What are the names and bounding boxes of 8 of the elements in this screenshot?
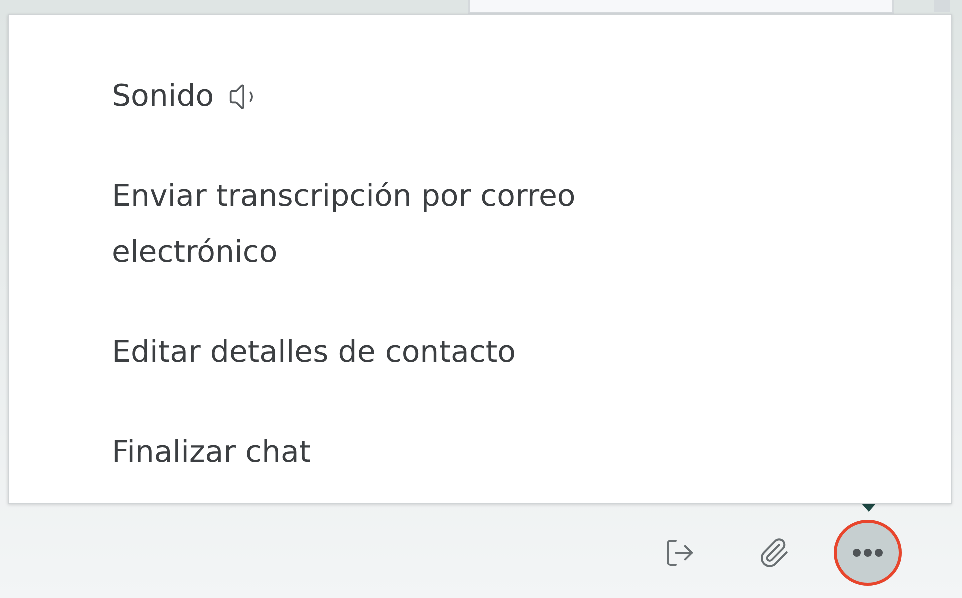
paperclip-icon — [758, 537, 790, 569]
menu-item[interactable]: Enviar transcripción por correo electrónico — [112, 169, 672, 281]
more-icon — [853, 549, 883, 557]
exit-icon — [664, 537, 696, 569]
menu-item-label: Sonido — [112, 78, 214, 116]
menu-item[interactable]: Finalizar chat — [112, 425, 672, 481]
menu-item[interactable]: Editar detalles de contacto — [112, 325, 672, 381]
menu-item[interactable]: Sonido — [112, 69, 672, 125]
